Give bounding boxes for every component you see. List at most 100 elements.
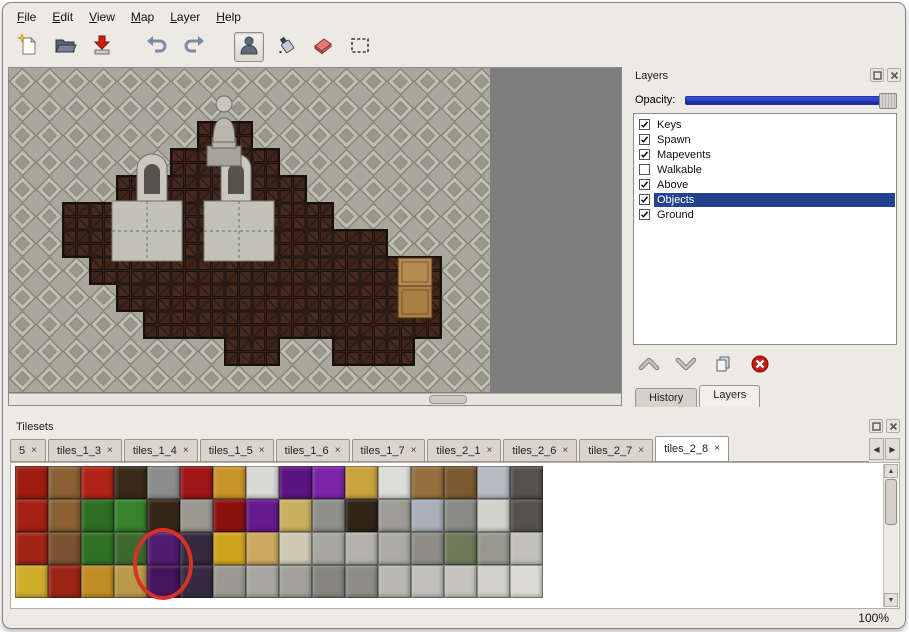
save-button[interactable] (87, 32, 117, 62)
layer-row-mapevents[interactable]: Mapevents (635, 147, 895, 162)
tab-close-icon[interactable]: × (562, 446, 568, 456)
tileset-tile[interactable] (180, 466, 213, 499)
tab-close-icon[interactable]: × (714, 444, 720, 454)
tileset-tab-tiles_2_8[interactable]: tiles_2_8× (655, 436, 729, 461)
menu-item-view[interactable]: View (81, 7, 123, 27)
tileset-tile[interactable] (477, 532, 510, 565)
eraser-tool-button[interactable] (308, 32, 338, 62)
menu-item-map[interactable]: Map (123, 7, 162, 27)
tileset-tile[interactable] (213, 532, 246, 565)
tileset-tile[interactable] (345, 499, 378, 532)
delete-layer-button[interactable] (748, 352, 772, 376)
new-file-button[interactable] (13, 32, 43, 62)
tileset-tile[interactable] (510, 565, 543, 598)
tileset-tile[interactable] (81, 499, 114, 532)
tileset-tile[interactable] (15, 565, 48, 598)
undo-button[interactable] (142, 32, 172, 62)
tileset-tile[interactable] (378, 466, 411, 499)
tileset-tile[interactable] (48, 565, 81, 598)
layer-row-keys[interactable]: Keys (635, 117, 895, 132)
tab-close-icon[interactable]: × (638, 446, 644, 456)
tab-close-icon[interactable]: × (335, 446, 341, 456)
tileset-tile[interactable] (114, 499, 147, 532)
tileset-tile[interactable] (411, 532, 444, 565)
tileset-tile[interactable] (279, 466, 312, 499)
tileset-tile[interactable] (246, 499, 279, 532)
float-panel-button[interactable] (869, 419, 883, 433)
menu-item-file[interactable]: File (9, 7, 44, 27)
tileset-tile[interactable] (378, 532, 411, 565)
select-tool-button[interactable] (345, 32, 375, 62)
tileset-tile[interactable] (312, 565, 345, 598)
stamp-tool-button[interactable] (234, 32, 264, 62)
tileset-tile[interactable] (312, 499, 345, 532)
dock-tab-history[interactable]: History (635, 388, 697, 407)
tileset-tile[interactable] (411, 565, 444, 598)
opacity-slider-handle[interactable] (879, 93, 897, 109)
tileset-tile[interactable] (213, 565, 246, 598)
tileset-tab-tiles_2_1[interactable]: tiles_2_1× (427, 439, 501, 461)
tileset-tile[interactable] (312, 466, 345, 499)
tileset-tile[interactable] (81, 565, 114, 598)
tileset-tab-tiles_1_6[interactable]: tiles_1_6× (276, 439, 350, 461)
map-horizontal-scrollbar[interactable] (9, 393, 621, 405)
scroll-down-icon[interactable]: ▼ (884, 593, 898, 607)
tileset-tab-tiles_2_6[interactable]: tiles_2_6× (503, 439, 577, 461)
tileset-tile[interactable] (48, 499, 81, 532)
tileset-tile[interactable] (48, 466, 81, 499)
tileset-tile[interactable] (477, 466, 510, 499)
tileset-tile[interactable] (180, 499, 213, 532)
tileset-tile[interactable] (279, 499, 312, 532)
layers-list[interactable]: KeysSpawnMapeventsWalkableAboveObjectsGr… (633, 113, 897, 345)
layer-visibility-checkbox[interactable] (639, 179, 650, 190)
tileset-tile[interactable] (279, 565, 312, 598)
tileset-tile[interactable] (510, 499, 543, 532)
layer-row-ground[interactable]: Ground (635, 207, 895, 222)
scroll-up-icon[interactable]: ▲ (884, 464, 898, 478)
tileset-tile[interactable] (444, 532, 477, 565)
tileset-tab-tiles_1_7[interactable]: tiles_1_7× (352, 439, 426, 461)
layer-visibility-checkbox[interactable] (639, 194, 650, 205)
menu-item-layer[interactable]: Layer (162, 7, 208, 27)
menu-item-edit[interactable]: Edit (44, 7, 81, 27)
scroll-left-icon[interactable]: ◀ (869, 438, 884, 460)
tileset-tab-5[interactable]: 5× (10, 439, 46, 461)
duplicate-layer-button[interactable] (711, 352, 735, 376)
tileset-tile[interactable] (15, 499, 48, 532)
layer-row-objects[interactable]: Objects (635, 192, 895, 207)
tileset-tile[interactable] (378, 499, 411, 532)
layer-visibility-checkbox[interactable] (639, 149, 650, 160)
tab-close-icon[interactable]: × (259, 446, 265, 456)
tileset-tile[interactable] (15, 532, 48, 565)
layer-visibility-checkbox[interactable] (639, 164, 650, 175)
dock-tab-layers[interactable]: Layers (699, 385, 760, 407)
redo-button[interactable] (179, 32, 209, 62)
layer-row-spawn[interactable]: Spawn (635, 132, 895, 147)
tab-close-icon[interactable]: × (411, 446, 417, 456)
layer-up-button[interactable] (637, 352, 661, 376)
layer-visibility-checkbox[interactable] (639, 209, 650, 220)
tileset-tab-tiles_1_5[interactable]: tiles_1_5× (200, 439, 274, 461)
tileset-tile[interactable] (345, 466, 378, 499)
tileset-tab-tiles_2_7[interactable]: tiles_2_7× (579, 439, 653, 461)
tileset-tile[interactable] (48, 532, 81, 565)
open-folder-button[interactable] (50, 32, 80, 62)
tileset-tile[interactable] (411, 466, 444, 499)
layer-row-above[interactable]: Above (635, 177, 895, 192)
tileset-tile[interactable] (81, 532, 114, 565)
tab-close-icon[interactable]: × (486, 446, 492, 456)
layer-down-button[interactable] (674, 352, 698, 376)
tileset-tile[interactable] (81, 466, 114, 499)
tileset-tile[interactable] (477, 499, 510, 532)
map-canvas[interactable] (8, 67, 622, 406)
tileset-tile[interactable] (147, 466, 180, 499)
tileset-tile[interactable] (312, 532, 345, 565)
tileset-tile[interactable] (114, 466, 147, 499)
tileset-tile[interactable] (345, 565, 378, 598)
tileset-vertical-scrollbar[interactable]: ▲ ▼ (883, 464, 898, 607)
tab-close-icon[interactable]: × (107, 446, 113, 456)
tileset-tile[interactable] (345, 532, 378, 565)
menu-item-help[interactable]: Help (208, 7, 249, 27)
tileset-tile[interactable] (213, 466, 246, 499)
layer-visibility-checkbox[interactable] (639, 134, 650, 145)
